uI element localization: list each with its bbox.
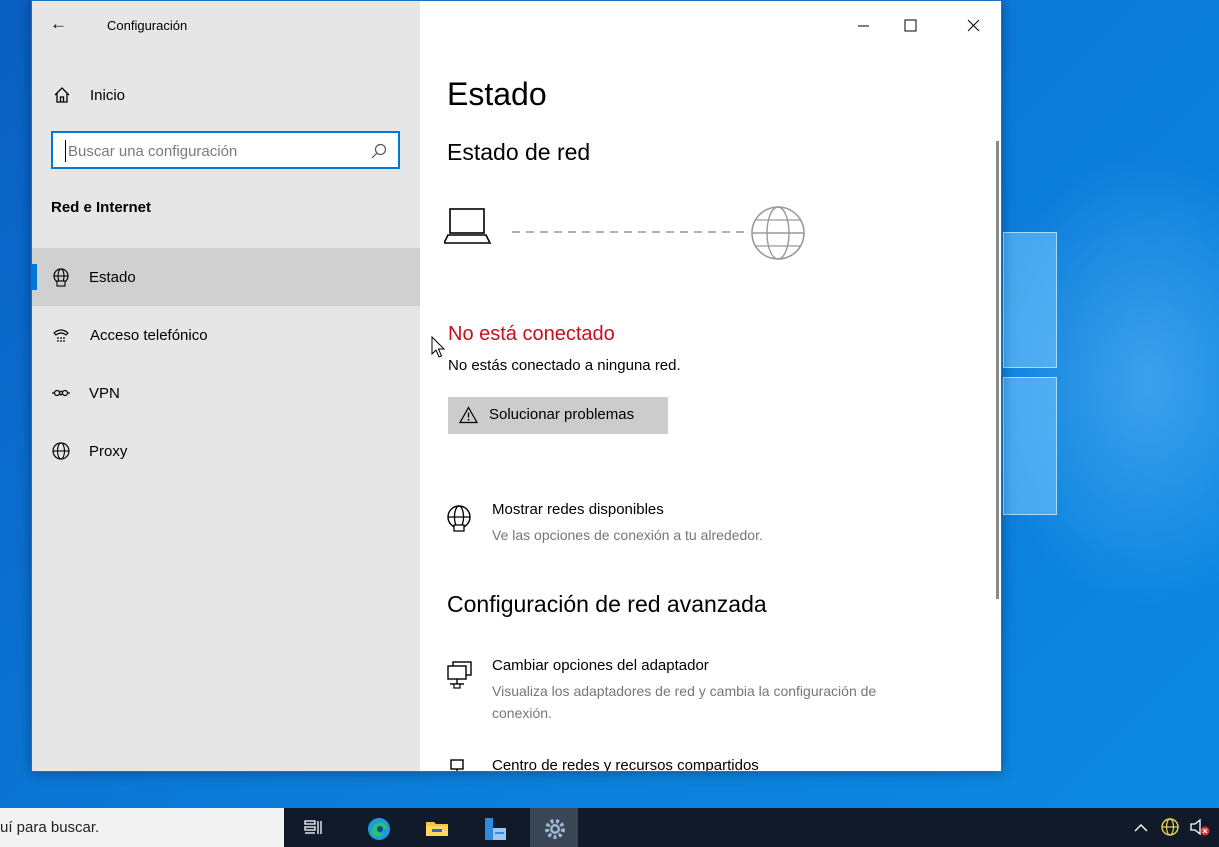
window-title: Configuración	[107, 18, 188, 33]
sidebar: ← Configuración Inicio Red e Internet	[32, 1, 420, 771]
file-explorer-icon	[426, 822, 448, 836]
search-input[interactable]	[65, 140, 355, 162]
home-label: Inicio	[90, 87, 126, 104]
mouse-cursor-icon	[431, 336, 446, 358]
adapter-options-description: Visualiza los adaptadores de red y cambi…	[492, 683, 877, 721]
troubleshoot-label: Solucionar problemas	[489, 406, 635, 423]
section-title: Red e Internet	[51, 199, 152, 216]
settings-window: ← Configuración Inicio Red e Internet	[31, 0, 1002, 772]
home-icon	[54, 87, 70, 103]
troubleshoot-button[interactable]: Solucionar problemas	[448, 397, 668, 434]
settings-icon	[545, 819, 565, 839]
network-status-heading: Estado de red	[447, 139, 591, 165]
edge-icon	[368, 818, 390, 840]
sidebar-item-vpn[interactable]: VPN	[32, 364, 420, 422]
network-globe-icon	[53, 268, 69, 287]
vpn-icon	[52, 389, 70, 397]
taskbar-search-box[interactable]: uí para buscar.	[0, 808, 284, 847]
maximize-button[interactable]	[892, 11, 928, 41]
network-adapter-icon	[447, 661, 472, 689]
dialup-phone-icon	[53, 329, 69, 342]
desktop-logo-pane-top	[1003, 232, 1057, 368]
desktop-logo-pane-bottom	[1003, 377, 1057, 515]
adapter-options-title: Cambiar opciones del adaptador	[492, 657, 709, 674]
sharing-center-link[interactable]: Centro de redes y recursos compartidos	[444, 757, 984, 772]
sidebar-item-proxy[interactable]: Proxy	[32, 422, 420, 480]
show-networks-link[interactable]: Mostrar redes disponibles Ve las opcione…	[444, 501, 984, 549]
laptop-icon	[444, 208, 492, 244]
active-indicator	[32, 264, 37, 290]
warning-icon	[459, 406, 478, 424]
sidebar-item-label: Proxy	[89, 443, 128, 460]
network-app-button[interactable]	[470, 808, 518, 847]
close-button[interactable]	[955, 11, 991, 41]
show-hidden-icons-chevron-icon[interactable]	[1131, 808, 1151, 847]
sidebar-item-label: VPN	[89, 385, 120, 402]
search-box[interactable]	[51, 131, 400, 169]
main-content: Estado Estado de red No está conectado N…	[420, 1, 1001, 771]
sidebar-item-label: Estado	[89, 269, 136, 286]
page-title: Estado	[447, 76, 547, 112]
show-networks-title: Mostrar redes disponibles	[492, 501, 664, 518]
task-view-button[interactable]	[289, 808, 337, 847]
task-view-icon	[304, 820, 322, 834]
sidebar-item-acceso-telefonico[interactable]: Acceso telefónico	[32, 306, 420, 364]
advanced-settings-heading: Configuración de red avanzada	[447, 591, 767, 617]
minimize-button[interactable]	[845, 11, 881, 41]
show-networks-description: Ve las opciones de conexión a tu alreded…	[492, 527, 763, 543]
connection-status-description: No estás conectado a ninguna red.	[448, 357, 681, 374]
network-globe-icon	[447, 505, 471, 532]
volume-muted-icon[interactable]	[1188, 808, 1212, 847]
home-link[interactable]: Inicio	[32, 79, 420, 111]
taskbar-search-text: uí para buscar.	[0, 819, 100, 836]
sharing-center-icon	[450, 759, 464, 771]
back-arrow-icon[interactable]: ←	[50, 14, 67, 34]
file-explorer-button[interactable]	[412, 808, 460, 847]
sidebar-item-label: Acceso telefónico	[90, 327, 208, 344]
scrollbar[interactable]	[996, 141, 999, 599]
sharing-center-title: Centro de redes y recursos compartidos	[492, 757, 759, 772]
adapter-options-link[interactable]: Cambiar opciones del adaptador Visualiza…	[444, 657, 984, 727]
connection-status-title: No está conectado	[448, 323, 615, 345]
globe-icon	[52, 442, 70, 460]
search-icon	[371, 143, 387, 159]
settings-app-button[interactable]	[530, 808, 578, 847]
network-status-globe-icon[interactable]	[1158, 808, 1182, 847]
edge-button[interactable]	[354, 808, 402, 847]
taskbar: uí para buscar.	[0, 808, 1219, 847]
network-app-icon	[485, 818, 506, 840]
network-diagram	[444, 206, 805, 260]
internet-globe-icon	[751, 206, 805, 260]
sidebar-item-estado[interactable]: Estado	[32, 248, 420, 306]
